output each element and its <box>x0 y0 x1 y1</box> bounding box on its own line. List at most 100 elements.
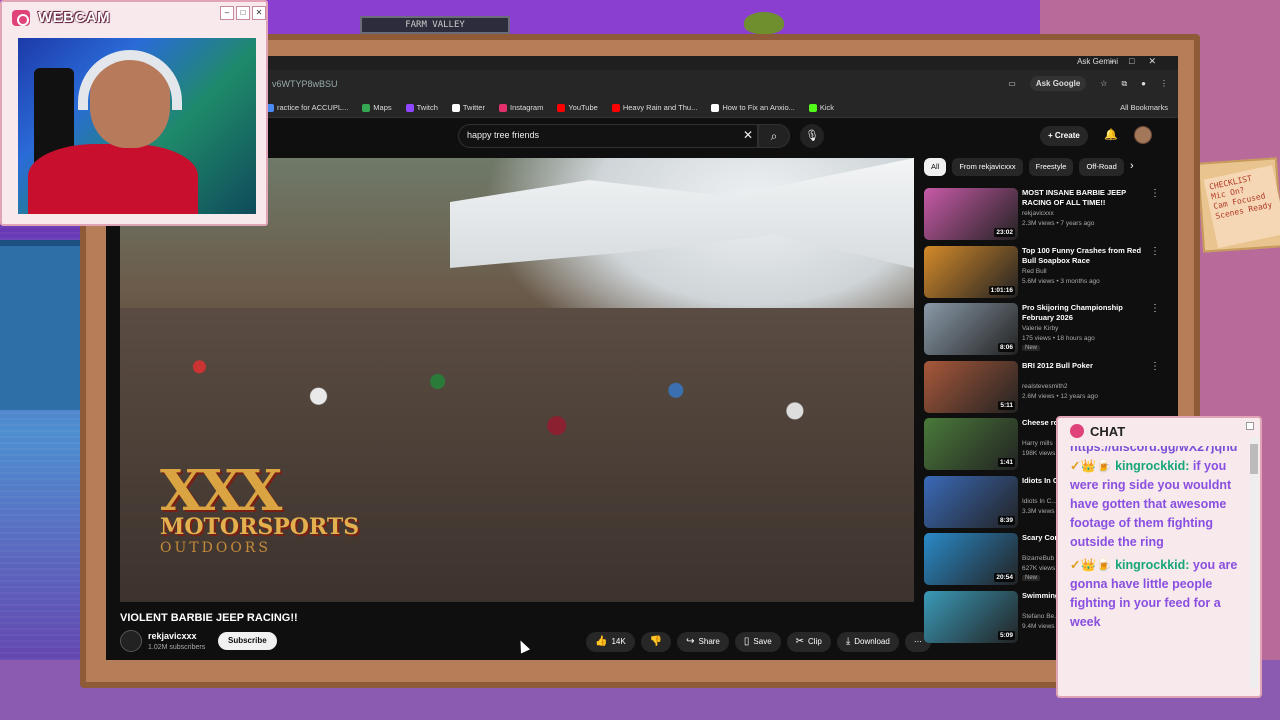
bookmark-favicon-icon <box>498 103 507 112</box>
chat-badges: ✓👑🍺 <box>1070 459 1112 473</box>
video-thumbnail[interactable]: 1:01:16 <box>924 245 1018 298</box>
dislike-button[interactable]: 👎 <box>640 632 672 652</box>
video-channel: BizarreBub <box>1022 555 1055 562</box>
video-thumbnail[interactable]: 5:09 <box>924 590 1018 643</box>
bookmark-item[interactable]: ractice for ACCUPL... <box>266 103 348 112</box>
star-icon[interactable]: ☆ <box>1100 79 1107 88</box>
clear-search-icon[interactable]: ✕ <box>743 128 753 142</box>
bookmark-item[interactable]: Twitch <box>405 103 438 112</box>
cast-icon[interactable]: ▭ <box>1008 79 1016 88</box>
channel-watermark: XXX MOTORSPORTS OUTDOORS <box>160 458 360 588</box>
search-button[interactable]: ⌕ <box>758 124 790 148</box>
maximize-icon[interactable]: □ <box>236 6 250 20</box>
create-label: Create <box>1054 131 1080 140</box>
video-title[interactable]: Pro Skijoring Championship February 2026 <box>1022 303 1146 323</box>
video-channel: Red Bull <box>1022 267 1047 275</box>
bookmark-item[interactable]: Maps <box>362 103 392 112</box>
search-input[interactable]: happy tree friends <box>467 130 539 140</box>
filter-chip[interactable]: Freestyle <box>1028 158 1074 176</box>
bookmark-item[interactable]: Instagram <box>498 103 543 112</box>
bookmark-icon: ▯ <box>743 636 750 647</box>
video-thumbnail[interactable]: 20:54 <box>924 533 1018 585</box>
video-duration: 8:06 <box>997 343 1015 352</box>
share-button[interactable]: ↪ Share <box>677 632 729 652</box>
download-icon: ⤓ <box>845 636 851 647</box>
bookmark-item[interactable]: Heavy Rain and Thu... <box>611 103 697 112</box>
new-badge: New <box>1022 345 1041 351</box>
chat-scroll-thumb[interactable] <box>1250 444 1258 474</box>
chat-header: CHAT <box>1058 418 1260 444</box>
download-label: Download <box>854 637 890 646</box>
video-duration: 5:09 <box>997 630 1015 640</box>
video-thumbnail[interactable]: 23:02 <box>924 188 1018 240</box>
video-thumbnail[interactable]: 1:41 <box>924 418 1018 470</box>
search-box[interactable]: happy tree friends ✕ <box>458 124 758 148</box>
chat-scrollbar[interactable] <box>1250 438 1258 688</box>
video-title[interactable]: MOST INSANE BARBIE JEEP RACING OF ALL TI… <box>1022 188 1146 208</box>
subscribe-button[interactable]: Subscribe <box>218 632 277 650</box>
video-thumbnail[interactable]: 5:11 <box>924 360 1018 413</box>
video-meta: 627K views <box>1022 565 1056 572</box>
bookmark-favicon-icon <box>611 103 620 112</box>
bookmark-item[interactable]: YouTube <box>557 103 598 112</box>
more-options-icon[interactable]: ⋮ <box>1150 246 1160 257</box>
create-button[interactable]: + Create <box>1040 126 1088 146</box>
extensions-icon[interactable]: ⧉ <box>1121 79 1127 89</box>
subscriber-count: 1.02M subscribers <box>148 644 206 651</box>
channel-avatar[interactable] <box>120 630 142 652</box>
bookmark-favicon-icon <box>451 103 460 112</box>
video-title[interactable]: BRI 2012 Bull Poker <box>1022 361 1146 371</box>
video-meta: 2.3M views • 7 years ago <box>1022 220 1095 227</box>
user-avatar[interactable] <box>1134 126 1152 144</box>
watermark-motorsports: MOTORSPORTS <box>160 514 360 540</box>
video-sky <box>450 158 914 268</box>
url-text[interactable]: v6WTYP8wBSU <box>272 79 338 89</box>
clip-button[interactable]: ✂ Clip <box>786 632 831 652</box>
video-title[interactable]: Top 100 Funny Crashes from Red Bull Soap… <box>1022 246 1146 266</box>
video-meta: 5.6M views • 3 months ago <box>1022 277 1100 285</box>
channel-name[interactable]: rekjavicxxx <box>148 631 197 641</box>
chat-window-button[interactable] <box>1246 422 1254 430</box>
bookmark-favicon-icon <box>711 103 720 112</box>
voice-search-button[interactable]: 🎙 <box>800 124 824 148</box>
notifications-bell-icon[interactable]: 🔔 <box>1104 128 1118 141</box>
more-icon: ⋯ <box>913 637 922 646</box>
recommended-video[interactable]: 23:02 MOST INSANE BARBIE JEEP RACING OF A… <box>924 186 1164 244</box>
more-options-icon[interactable]: ⋮ <box>1150 361 1160 372</box>
video-meta: 9.4M views <box>1022 622 1055 630</box>
save-button[interactable]: ▯ Save <box>734 632 781 652</box>
close-icon[interactable]: ✕ <box>252 6 266 20</box>
chat-username: kingrockkid: <box>1115 558 1190 572</box>
more-options-icon[interactable]: ⋮ <box>1150 188 1160 199</box>
recommended-video[interactable]: 5:11 BRI 2012 Bull Poker realstevesmith2 2.… <box>924 359 1164 417</box>
bookmark-item[interactable]: How to Fix an Anxio... <box>711 103 795 112</box>
filter-chip[interactable]: From rekjavicxxx <box>952 158 1023 176</box>
recommended-video[interactable]: 1:01:16 Top 100 Funny Crashes from Red Bu… <box>924 244 1164 302</box>
more-options-icon[interactable]: ⋮ <box>1150 303 1160 314</box>
video-channel: rekjavicxxx <box>1022 210 1054 217</box>
webcam-label: WEBCAM <box>38 9 111 26</box>
thumbs-down-icon: 👎 <box>649 636 663 647</box>
bookmark-item[interactable]: Twitter <box>451 103 485 112</box>
video-thumbnail[interactable]: 8:39 <box>924 475 1018 528</box>
bookmark-item[interactable]: Kick <box>808 103 835 112</box>
chat-link[interactable]: https://discord.gg/wX27jqhd <box>1070 446 1244 457</box>
download-button[interactable]: ⤓ Download <box>836 632 899 652</box>
recommended-video[interactable]: 8:06 Pro Skijoring Championship February … <box>924 301 1164 359</box>
checklist-pinboard: CHECKLIST Mic On? Cam Focused Scenes Rea… <box>1196 157 1280 253</box>
minimize-icon[interactable]: – <box>220 6 234 20</box>
filter-chip[interactable]: All <box>924 158 947 176</box>
filter-chip[interactable]: Off-Road <box>1079 158 1124 176</box>
streamer-shirt <box>28 144 198 214</box>
like-count: 14K <box>611 637 626 646</box>
window-controls[interactable]: –□✕ <box>1110 56 1170 67</box>
chevron-right-icon[interactable]: › <box>1130 160 1134 172</box>
bookmark-label: Kick <box>819 103 835 112</box>
ask-google-button[interactable]: Ask Google <box>1029 76 1087 91</box>
video-thumbnail[interactable]: 8:06 <box>924 303 1018 355</box>
share-icon: ↪ <box>686 636 695 647</box>
all-bookmarks[interactable]: All Bookmarks <box>1120 103 1168 112</box>
like-button[interactable]: 👍 14K <box>586 632 635 652</box>
profile-icon[interactable]: ● <box>1141 79 1146 88</box>
menu-icon[interactable]: ⋮ <box>1160 79 1168 88</box>
